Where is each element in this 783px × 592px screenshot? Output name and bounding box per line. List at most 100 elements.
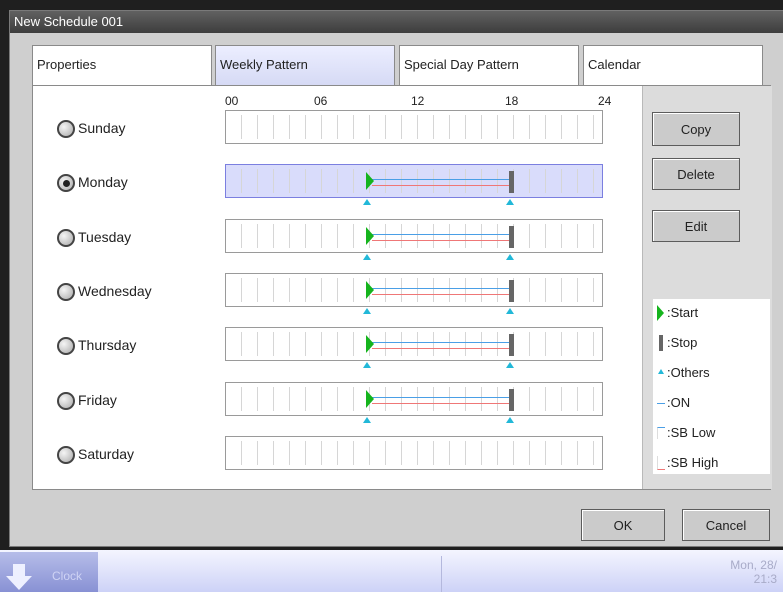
hour-label: 24 [598,94,612,108]
others-marker-icon [363,362,371,369]
stop-marker-icon [659,335,663,351]
legend-label: :ON [667,395,691,410]
others-marker-icon [506,253,514,260]
on-line-icon [657,403,665,404]
down-arrow-icon [6,564,32,590]
timeline-bar[interactable] [225,381,603,423]
start-marker-icon[interactable] [366,335,374,354]
tab-weekly-pattern[interactable]: Weekly Pattern [215,45,395,85]
stop-marker-icon[interactable] [509,388,514,411]
sb-low-line-icon [657,427,665,439]
legend-label: :SB Low [667,425,716,440]
others-marker-icon [363,416,371,423]
legend-sb-low: :SB Low [657,425,716,440]
others-marker-icon [363,253,371,260]
sb-high-line-icon [657,456,665,470]
others-marker-icon [363,307,371,314]
date-text: Mon, 28/ [730,558,777,572]
on-period-line [372,396,509,398]
window-title: New Schedule 001 [10,11,783,33]
day-label: Tuesday [78,228,132,245]
day-row-thursday: Thursday [33,327,633,381]
start-marker-icon[interactable] [366,226,374,245]
stop-marker-icon[interactable] [509,334,514,357]
day-radio-tuesday[interactable] [57,228,75,247]
ok-button[interactable]: OK [581,509,665,541]
tab-calendar[interactable]: Calendar [583,45,763,85]
day-row-saturday: Saturday [33,435,633,490]
tab-special-day-pattern[interactable]: Special Day Pattern [399,45,579,85]
day-radio-wednesday[interactable] [57,282,75,301]
sb-high-line [372,239,509,241]
legend-sb-high: :SB High [657,455,719,470]
start-marker-icon[interactable] [366,172,374,191]
others-marker-icon [506,416,514,423]
on-period-line [372,342,509,344]
day-label: Saturday [78,445,135,462]
day-radio-sunday[interactable] [57,120,75,138]
taskbar: Clock Mon, 28/ 21:3 [0,550,783,592]
action-sidebar: Copy Delete Edit :Start :Stop :Others:O… [642,86,772,489]
clock-label: Clock [52,569,83,583]
weekly-pattern-panel: 00 06 12 18 24 Sunday Monday Tuesday Wednes… [32,85,772,490]
start-marker-icon [657,305,664,321]
day-label: Wednesday [78,282,152,299]
tab-bar: Properties Weekly Pattern Special Day Pa… [10,45,783,87]
on-period-line [372,179,509,181]
legend-stop: :Stop [659,335,698,351]
day-radio-thursday[interactable] [57,337,75,356]
others-marker-icon [506,362,514,369]
copy-button[interactable]: Copy [652,112,740,146]
others-marker-icon [506,307,514,314]
timeline-bar[interactable] [225,218,603,260]
others-marker-icon [658,369,664,374]
day-row-wednesday: Wednesday [33,272,633,327]
day-row-tuesday: Tuesday [33,218,633,273]
legend: :Start :Stop :Others :ON :SB Low:SB Hig… [653,299,770,474]
tab-properties[interactable]: Properties [32,45,212,85]
start-marker-icon[interactable] [366,280,374,299]
timeline-bar[interactable] [225,327,603,369]
edit-button[interactable]: Edit [652,210,740,242]
hour-label: 18 [505,94,519,108]
day-radio-friday[interactable] [57,391,75,410]
sb-high-line [372,185,509,187]
stop-marker-icon[interactable] [509,171,514,194]
day-radio-saturday[interactable] [57,445,75,464]
legend-on: :ON [657,395,691,410]
legend-label: :Start [667,305,699,320]
legend-start: :Start [657,305,699,321]
day-row-friday: Friday [33,381,633,436]
hour-label: 06 [314,94,328,108]
others-marker-icon [506,199,514,206]
clock-button[interactable]: Clock [0,552,98,592]
sb-high-line [372,402,509,404]
timeline-bar[interactable] [225,272,603,314]
datetime-display: Mon, 28/ 21:3 [730,558,777,586]
start-marker-icon[interactable] [366,389,374,408]
stop-marker-icon[interactable] [509,225,514,248]
day-row-monday: Monday [33,164,633,218]
sb-high-line [372,348,509,350]
delete-button[interactable]: Delete [652,158,740,190]
on-period-line [372,233,509,235]
day-row-sunday: Sunday [33,110,633,164]
stop-marker-icon[interactable] [509,279,514,302]
cancel-button[interactable]: Cancel [682,509,770,541]
hour-label: 12 [411,94,425,108]
others-marker-icon [363,199,371,206]
legend-label: :Stop [667,335,698,350]
sb-high-line [372,293,509,295]
day-label: Thursday [78,337,137,354]
timeline-bar[interactable] [225,110,603,144]
day-label: Friday [78,391,117,408]
dialog-footer: OK Cancel [10,509,783,546]
day-radio-monday[interactable] [57,174,75,193]
timeline-bar[interactable] [225,164,603,206]
timeline-bar[interactable] [225,435,603,470]
legend-label: :SB High [667,455,719,470]
day-label: Sunday [78,120,126,136]
legend-others: :Others [658,365,710,380]
on-period-line [372,287,509,289]
day-label: Monday [78,174,128,191]
